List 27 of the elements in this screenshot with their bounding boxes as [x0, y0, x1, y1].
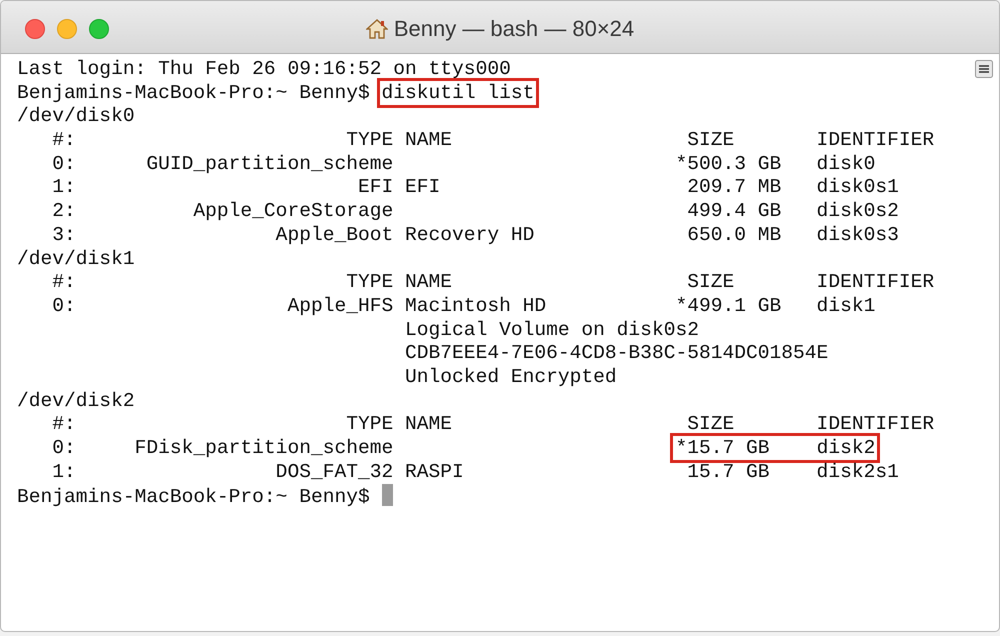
- terminal-text: Benjamins-MacBook-Pro:~ Benny$: [17, 486, 371, 508]
- highlighted-text: *15.7 GB disk2: [670, 433, 880, 463]
- terminal-text: CDB7EEE4-7E06-4CD8-B38C-5814DC01854E: [404, 342, 828, 364]
- lines-icon[interactable]: [975, 60, 993, 78]
- window-title: Benny — bash — 80×24: [394, 16, 634, 42]
- terminal-text: 1: EFI EFI 209.7 MB disk0s1: [51, 176, 899, 198]
- minimize-button[interactable]: [57, 19, 77, 39]
- terminal-text: #: TYPE NAME SIZE IDENTIFIER: [51, 129, 934, 152]
- close-button[interactable]: [25, 19, 45, 39]
- terminal-text: #: TYPE NAME SIZE IDENTIFIER: [51, 413, 934, 436]
- terminal-text: 0: GUID_partition_scheme *500.3 GB disk0: [51, 152, 876, 175]
- terminal-text: Last login: Thu Feb 26 09:16:52 on ttys000: [17, 58, 511, 80]
- house-icon: [366, 19, 388, 39]
- terminal-text: /dev/disk2: [17, 390, 135, 412]
- terminal-text: /dev/disk0: [17, 105, 135, 128]
- terminal-text: 2: Apple_CoreStorage 499.4 GB disk0s2: [51, 200, 899, 222]
- highlighted-text: diskutil list: [376, 78, 540, 108]
- zoom-button[interactable]: [89, 19, 109, 39]
- terminal-text: 1: DOS_FAT_32 RASPI 15.7 GB disk2s1: [51, 460, 899, 483]
- terminal-text: /dev/disk1: [17, 248, 135, 270]
- terminal-text: 0: FDisk_partition_scheme: [51, 437, 394, 459]
- terminal-text: #: TYPE NAME SIZE IDENTIFIER: [51, 271, 934, 294]
- terminal-text: Logical Volume on disk0s2: [404, 318, 699, 341]
- terminal-text: 0: Apple_HFS Macintosh HD *499.1 GB disk1: [51, 294, 876, 317]
- terminal-text: Benjamins-MacBook-Pro:~ Benny$: [17, 82, 371, 104]
- terminal-text: 3: Apple_Boot Recovery HD 650.0 MB disk0s3: [51, 224, 899, 246]
- terminal-text: Unlocked Encrypted: [404, 366, 617, 388]
